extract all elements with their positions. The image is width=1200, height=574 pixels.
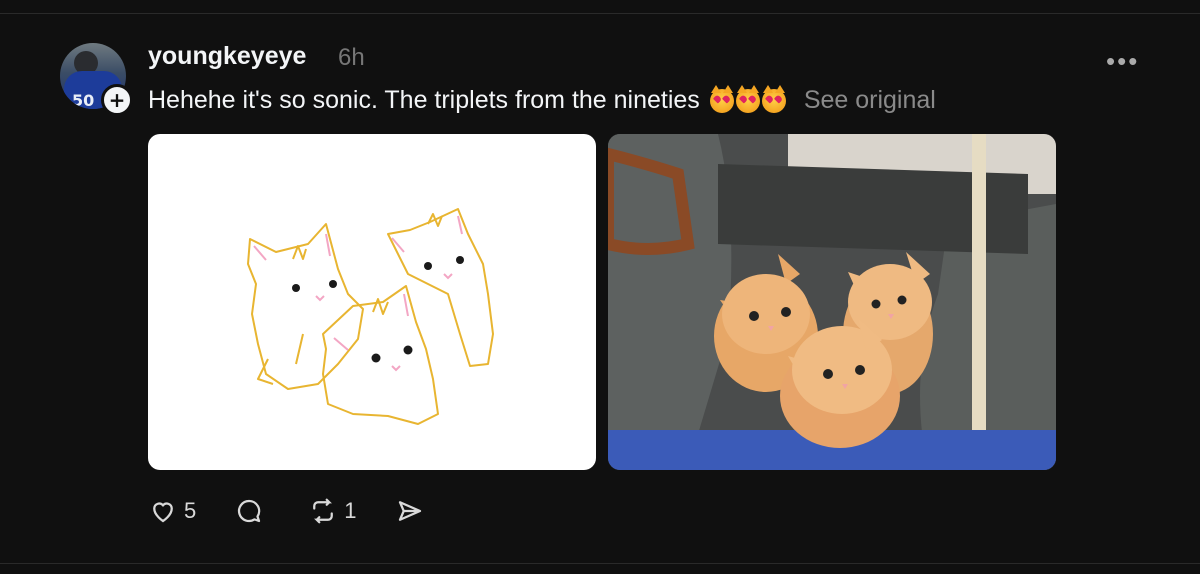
like-count: 5 xyxy=(184,498,197,523)
share-button[interactable] xyxy=(395,496,431,526)
heart-eyes-cat-emoji xyxy=(709,84,734,113)
kittens-photo-image[interactable] xyxy=(608,134,1056,470)
kitten-center-nose xyxy=(391,365,401,372)
repost-icon xyxy=(313,498,334,524)
kitten-left-nose xyxy=(315,295,325,302)
post-actions: 5 1 xyxy=(148,496,469,526)
reply-button[interactable] xyxy=(234,496,270,526)
see-original-link[interactable]: See original xyxy=(804,86,936,115)
kittens-photo-illustration xyxy=(608,134,1056,470)
kittens-drawing-image[interactable] xyxy=(148,134,596,470)
kitten-left-eye xyxy=(292,284,300,292)
like-button[interactable]: 5 xyxy=(148,496,196,526)
heart-eyes-cat-emoji xyxy=(735,84,760,113)
kitten-right-nose xyxy=(443,273,453,280)
heart-eyes-cat-emoji xyxy=(761,84,786,113)
follow-plus-icon[interactable]: + xyxy=(101,84,133,116)
send-icon xyxy=(398,501,421,521)
repost-button[interactable]: 1 xyxy=(308,496,357,526)
emoji-group xyxy=(709,84,786,113)
top-divider xyxy=(0,13,1200,14)
bottom-divider xyxy=(0,563,1200,564)
kitten-left xyxy=(247,223,364,390)
kitten-left-eye xyxy=(329,280,337,288)
avatar-number: 50 xyxy=(72,91,95,109)
kittens-drawing-illustration xyxy=(247,208,494,425)
more-options-icon[interactable]: ••• xyxy=(1106,46,1139,77)
post-timestamp: 6h xyxy=(338,44,365,71)
repost-count: 1 xyxy=(344,498,357,523)
heart-icon xyxy=(153,502,173,523)
kitten-center xyxy=(322,285,439,425)
post-text-line: Hehehe it's so sonic. The triplets from … xyxy=(148,84,936,115)
comment-icon xyxy=(238,499,261,523)
kitten-center-eye xyxy=(403,345,413,355)
kitten-right-eye xyxy=(424,262,432,270)
username[interactable]: youngkeyeye xyxy=(148,42,306,71)
kitten-center-eye xyxy=(371,353,381,363)
post-text: Hehehe it's so sonic. The triplets from … xyxy=(148,86,700,114)
kitten-right-eye xyxy=(456,256,464,264)
pole xyxy=(972,134,986,470)
